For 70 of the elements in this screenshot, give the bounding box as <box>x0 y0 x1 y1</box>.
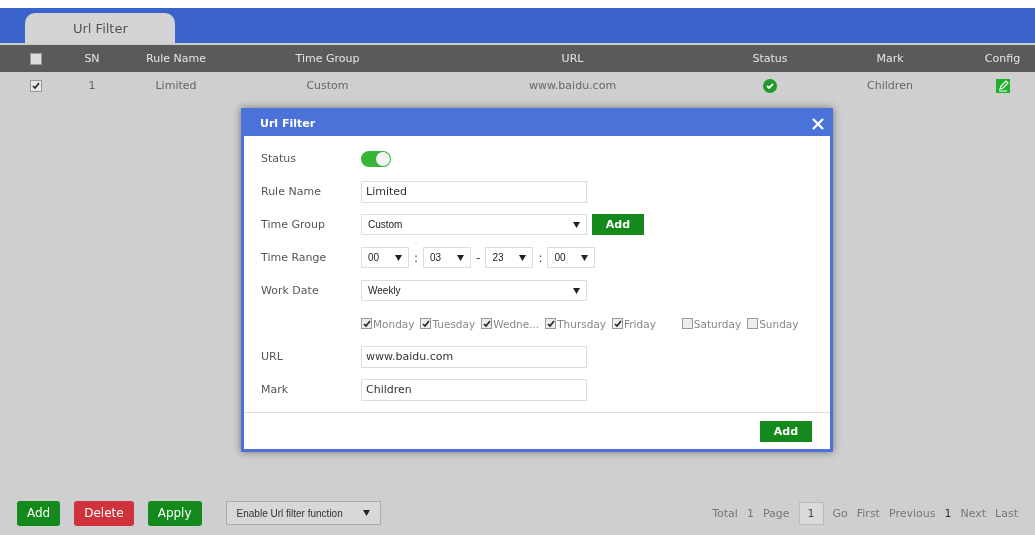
day-label: Thursday <box>557 317 607 330</box>
column-header: Status <box>752 52 788 65</box>
field-label: Rule Name <box>261 185 322 198</box>
column-header: Mark <box>876 52 904 65</box>
edit-icon[interactable] <box>995 78 1010 93</box>
status-toggle[interactable] <box>361 150 391 167</box>
day-label: Wedne... <box>493 317 540 330</box>
caret-icon <box>573 287 580 294</box>
checkbox[interactable] <box>481 318 493 329</box>
checkbox[interactable] <box>747 318 759 329</box>
day-label: Saturday <box>693 317 742 330</box>
time-group-select[interactable]: Custom <box>361 214 587 235</box>
column-header: Time Group <box>295 52 360 65</box>
field-label: Work Date <box>261 284 320 297</box>
caret-icon <box>457 254 465 261</box>
total-count: 1 <box>746 506 754 520</box>
checkbox[interactable] <box>30 52 42 65</box>
page-label: Page <box>762 506 790 520</box>
close-icon[interactable] <box>812 117 824 130</box>
checkbox[interactable] <box>681 318 693 329</box>
work-date-select[interactable]: Weekly <box>361 280 587 301</box>
button[interactable]: Add <box>17 500 61 526</box>
hour-select[interactable]: 23 <box>485 247 534 268</box>
button[interactable]: Delete <box>74 500 134 526</box>
table-cell: Custom <box>306 79 349 92</box>
tab[interactable]: Url Filter <box>25 13 175 43</box>
field-label: URL <box>261 350 284 363</box>
caret-icon <box>395 254 402 261</box>
caret-icon <box>573 221 580 228</box>
minute-select[interactable]: 00 <box>547 247 596 268</box>
field-label: Status <box>261 152 298 165</box>
minute-select[interactable]: 03 <box>423 247 472 268</box>
table-cell: 1 <box>88 79 96 92</box>
field-label: Mark <box>261 383 290 396</box>
page-input[interactable]: 1 <box>798 501 824 525</box>
button[interactable]: Apply <box>147 500 202 526</box>
checkbox[interactable] <box>30 79 42 92</box>
table-cell: www.baidu.com <box>528 79 617 92</box>
total-label: Total <box>712 506 738 520</box>
caret-icon <box>362 510 370 516</box>
colon: : <box>414 250 419 265</box>
function-select[interactable]: Enable Url filter function <box>225 501 381 525</box>
current-page: 1 <box>944 506 952 520</box>
field-label: Time Range <box>261 251 328 264</box>
dialog-title: Url Filter <box>260 117 316 130</box>
input-field[interactable]: Limited <box>361 180 587 203</box>
input-field[interactable]: Children <box>361 378 587 401</box>
day-label: Sunday <box>759 317 799 330</box>
add-button[interactable]: Add <box>592 214 644 235</box>
day-label: Monday <box>373 317 415 330</box>
day-label: Tuesday <box>432 317 476 330</box>
checkbox[interactable] <box>545 318 557 329</box>
checkbox[interactable] <box>612 318 624 329</box>
input-field[interactable]: www.baidu.com <box>361 345 587 368</box>
field-label: Time Group <box>261 218 326 231</box>
checkbox[interactable] <box>361 318 372 329</box>
table-cell: Children <box>867 79 913 92</box>
caret-icon <box>519 254 527 261</box>
day-label: Friday <box>624 317 656 330</box>
checkbox[interactable] <box>420 318 432 329</box>
colon: : <box>538 250 543 265</box>
column-header: SN <box>84 52 100 65</box>
column-header: URL <box>561 52 584 65</box>
add-button[interactable]: Add <box>760 420 812 442</box>
table-cell: Limited <box>155 79 197 92</box>
caret-icon <box>581 254 589 261</box>
column-header: Config <box>984 52 1021 65</box>
dash: - <box>476 250 481 265</box>
column-header: Rule Name <box>146 52 206 65</box>
hour-select[interactable]: 00 <box>361 247 409 268</box>
